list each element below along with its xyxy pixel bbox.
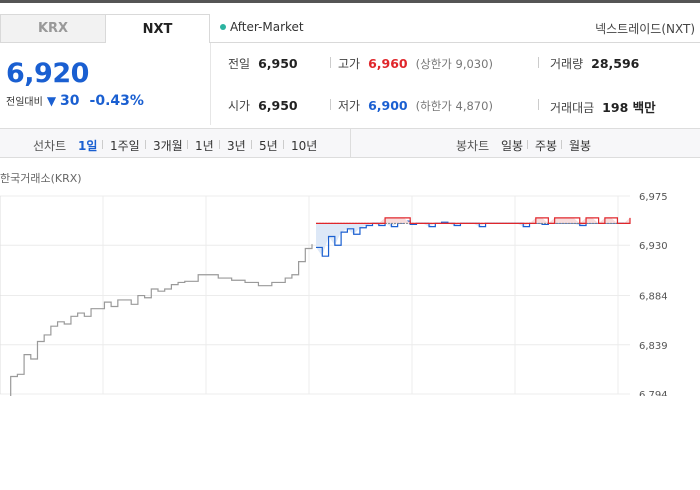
column-divider (538, 99, 539, 110)
y-tick-label: 6,930 (639, 241, 668, 252)
down-triangle-icon: ▼ (46, 94, 57, 108)
stat-label: 전일 (228, 57, 251, 71)
stat-label: 거래량 (550, 57, 584, 71)
series-line-krx-regular (10, 244, 313, 396)
stat-amount: 거래대금 198 백만 (550, 97, 656, 116)
candle-weekly[interactable]: 주봉 (535, 137, 557, 154)
top-border (0, 0, 700, 3)
y-tick-label: 6,884 (639, 292, 668, 303)
above-close-fill (316, 217, 630, 224)
stat-label: 거래대금 (550, 101, 595, 115)
y-tick-label: 6,794 (639, 390, 668, 396)
line-chart-label: 선차트 (33, 139, 67, 153)
stat-value: 198 백만 (602, 100, 656, 115)
candle-daily[interactable]: 일봉 (501, 137, 523, 154)
price-change: 전일대비 ▼ 30 -0.43% (6, 93, 144, 109)
chart-grid (0, 195, 630, 395)
stat-open: 시가 6,950 (228, 97, 298, 114)
period-5y[interactable]: 5년 (259, 137, 278, 154)
stat-high: 고가 6,960 (상한가 9,030) (338, 55, 493, 72)
chart-controls: 선차트 1일 1주일 3개월 1년 3년 5년 10년 봉차트 일봉 주봉 월봉 (0, 128, 700, 158)
period-divider (102, 140, 103, 149)
tabs-divider (210, 42, 700, 43)
column-divider (330, 57, 331, 68)
period-1w[interactable]: 1주일 (110, 137, 140, 154)
period-10y[interactable]: 10년 (291, 137, 317, 154)
summary-divider (210, 43, 211, 125)
stat-value: 28,596 (591, 56, 640, 71)
price-chart[interactable]: 6,975 6,930 6,884 6,839 6,794 (0, 186, 700, 396)
period-divider (187, 140, 188, 149)
session-status-dot-icon (220, 24, 226, 30)
period-divider (283, 140, 284, 149)
chart-ticks: 6,975 6,930 6,884 6,839 6,794 (639, 192, 668, 396)
stat-label: 저가 (338, 99, 361, 113)
period-divider (219, 140, 220, 149)
chart-marks (10, 217, 631, 396)
stat-value: 6,900 (368, 98, 408, 113)
session-label: After-Market (230, 20, 304, 34)
market-tabs: KRX NXT (0, 14, 210, 43)
lower-limit: (하한가 4,870) (415, 99, 493, 113)
period-3y[interactable]: 3년 (227, 137, 246, 154)
controls-divider (350, 129, 351, 157)
session-indicator: After-Market (220, 20, 304, 34)
stat-value: 6,950 (258, 56, 298, 71)
chart-title: 한국거래소(KRX) (0, 172, 82, 185)
stat-low: 저가 6,900 (하한가 4,870) (338, 97, 493, 114)
stat-label: 시가 (228, 99, 251, 113)
stat-value: 6,960 (368, 56, 408, 71)
candle-monthly[interactable]: 월봉 (569, 137, 591, 154)
change-amount: 30 (60, 93, 80, 109)
y-tick-label: 6,975 (639, 192, 668, 203)
y-tick-label: 6,839 (639, 341, 668, 352)
period-3m[interactable]: 3개월 (153, 137, 183, 154)
stat-prev-close: 전일 6,950 (228, 55, 298, 72)
period-divider (527, 140, 528, 149)
period-divider (251, 140, 252, 149)
column-divider (538, 57, 539, 68)
tab-krx[interactable]: KRX (0, 14, 105, 43)
stat-label: 고가 (338, 57, 361, 71)
upper-limit: (상한가 9,030) (415, 57, 493, 71)
stat-volume: 거래량 28,596 (550, 55, 639, 72)
candle-chart-label: 봉차트 (456, 139, 490, 153)
change-percent: -0.43% (89, 93, 144, 109)
column-divider (330, 99, 331, 110)
period-1d[interactable]: 1일 (78, 137, 97, 154)
change-label: 전일대비 (6, 97, 43, 108)
stat-value: 6,950 (258, 98, 298, 113)
period-divider (561, 140, 562, 149)
exchange-name: 넥스트레이드(NXT) (595, 22, 695, 36)
period-1y[interactable]: 1년 (195, 137, 214, 154)
current-price: 6,920 (6, 58, 89, 89)
period-divider (145, 140, 146, 149)
tab-nxt[interactable]: NXT (105, 14, 210, 43)
